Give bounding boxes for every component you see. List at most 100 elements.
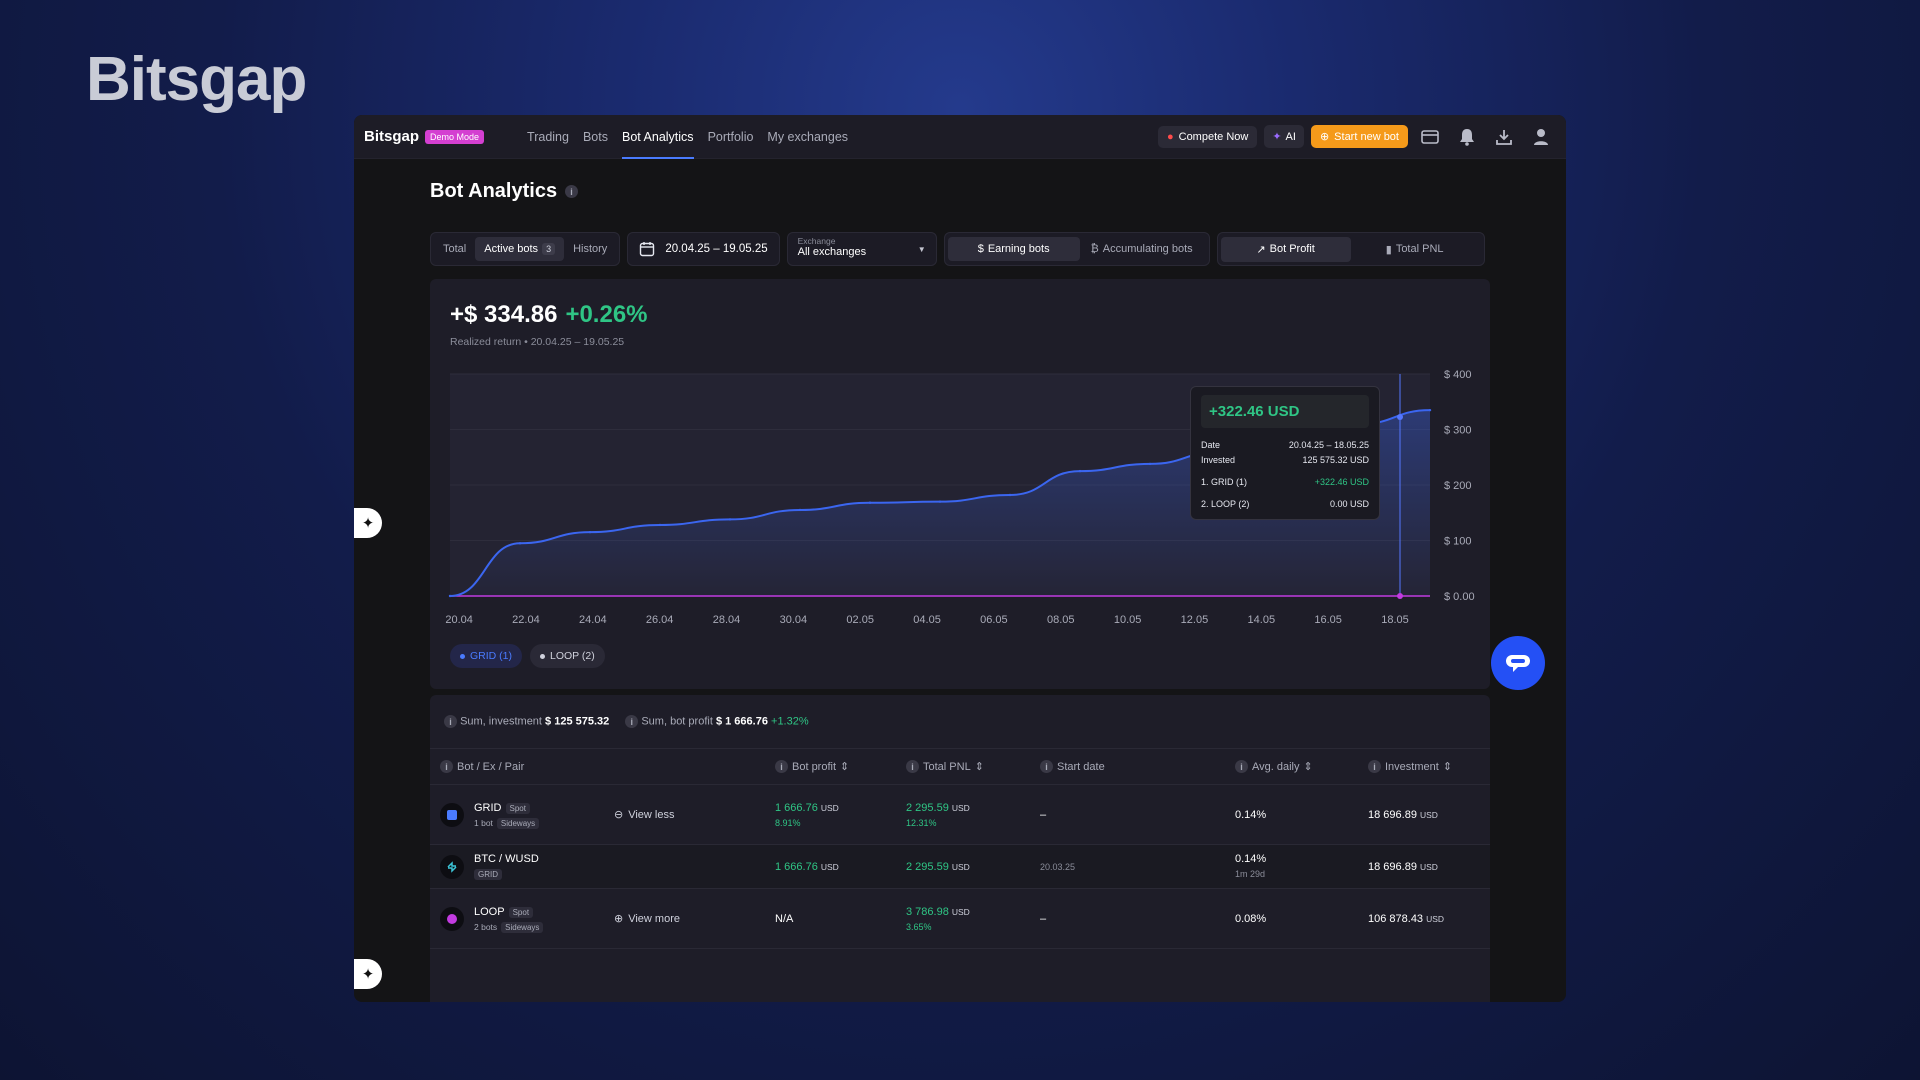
bot-name: LOOP Spot 2 bots Sideways <box>474 906 544 933</box>
legend-loop[interactable]: LOOP (2) <box>530 644 605 668</box>
exchange-value: All exchanges <box>797 246 867 258</box>
plus-circle-icon: ⊕ <box>1319 131 1330 143</box>
x-tick-label: 16.05 <box>1314 614 1342 626</box>
view-less-button[interactable]: ⊖ View less <box>614 808 674 822</box>
y-tick-label: $ 100 <box>1444 536 1472 548</box>
y-tick-label: $ 300 <box>1444 425 1472 437</box>
filters-bar: Total Active bots 3 History 20.04.25 – 1… <box>430 232 1490 266</box>
tooltip-row: Invested 125 575.32 USD <box>1201 455 1369 465</box>
download-icon[interactable] <box>1489 122 1519 152</box>
legend-grid[interactable]: GRID (1) <box>450 644 522 668</box>
view-more-button[interactable]: ⊕ View more <box>614 912 680 926</box>
info-icon[interactable]: i <box>444 715 457 728</box>
col-bot-profit[interactable]: i Bot profit ⇕ <box>775 760 849 773</box>
x-tick-label: 14.05 <box>1248 614 1276 626</box>
bot-profit-cell: N/A <box>775 913 794 925</box>
nav-trading[interactable]: Trading <box>520 115 576 159</box>
caret-down-icon: ▼ <box>917 245 926 254</box>
info-icon[interactable]: i <box>565 185 579 198</box>
compete-now-button[interactable]: ● Compete Now <box>1157 125 1258 148</box>
demo-mode-badge: Demo Mode <box>425 129 485 144</box>
table-row[interactable]: GRID Spot 1 bot Sideways ⊖ View less 1 666.… <box>430 785 1490 845</box>
x-tick-label: 24.04 <box>579 614 607 626</box>
tooltip-row: 1. GRID (1) +322.46 USD <box>1201 477 1369 487</box>
x-tick-label: 10.05 <box>1114 614 1142 626</box>
top-navbar: Bitsgap Demo Mode Trading Bots Bot Analy… <box>354 115 1566 159</box>
date-range-value: 20.04.25 – 19.05.25 <box>665 243 768 255</box>
chat-icon <box>1506 655 1530 672</box>
sum-investment: i Sum, investment $ 125 575.32 <box>444 715 609 728</box>
tab-total-pnl[interactable]: ▮ Total PNL <box>1351 237 1479 262</box>
bot-profit-cell: 1 666.76 USD 8.91% <box>775 802 839 828</box>
y-tick-label: $ 400 <box>1444 369 1472 381</box>
sparkle-icon: ✦ <box>361 966 375 983</box>
investment-cell: 106 878.43 USD <box>1368 913 1445 925</box>
nav-bot-analytics[interactable]: Bot Analytics <box>615 115 701 159</box>
minus-circle-icon: ⊖ <box>614 809 624 821</box>
data-point <box>1008 493 1012 497</box>
col-total-pnl[interactable]: i Total PNL ⇕ <box>906 760 984 773</box>
data-point <box>728 518 732 521</box>
user-icon[interactable] <box>1526 122 1556 152</box>
sparkle-icon: ✦ <box>1272 131 1282 143</box>
data-point <box>1078 469 1082 473</box>
crosshair-point-baseline <box>1397 593 1403 599</box>
nav-bots[interactable]: Bots <box>576 115 615 159</box>
loop-bot-icon <box>440 907 464 931</box>
date-range-picker[interactable]: 20.04.25 – 19.05.25 <box>627 232 780 266</box>
info-icon[interactable]: i <box>625 715 639 728</box>
tooltip-row: 2. LOOP (2) 0.00 USD <box>1201 499 1369 509</box>
nav-my-exchanges[interactable]: My exchanges <box>760 115 855 159</box>
exchange-select[interactable]: Exchange All exchanges ▼ <box>786 232 937 266</box>
bell-icon[interactable] <box>1452 122 1482 152</box>
brand-watermark: Bitsgap <box>86 45 307 114</box>
tab-bot-profit[interactable]: ↗ Bot Profit <box>1220 236 1351 262</box>
crosshair-point <box>1397 414 1403 421</box>
table-row[interactable]: BTC / WUSD GRID 1 666.76 USD 2 295.59 USD … <box>430 845 1490 889</box>
tab-accumulating-bots[interactable]: ₿ Accumulating bots <box>1080 237 1204 261</box>
plus-circle-icon: ⊕ <box>614 913 624 925</box>
col-investment[interactable]: i Investment ⇕ <box>1368 760 1452 773</box>
x-tick-label: 30.04 <box>780 614 808 626</box>
profit-chart-card: +$ 334.86 +0.26% Realized return • 20.04.… <box>430 279 1490 689</box>
grid-bot-icon <box>440 803 464 827</box>
bitcoin-icon: ₿ <box>1090 243 1099 255</box>
tab-active-bots[interactable]: Active bots 3 <box>475 237 565 261</box>
page-title: Bot Analytics i <box>430 180 579 203</box>
table-row[interactable]: LOOP Spot 2 bots Sideways ⊕ View more N/A 3… <box>430 889 1490 949</box>
support-chat-button[interactable] <box>1491 636 1545 690</box>
col-avg-daily[interactable]: i Avg. daily ⇕ <box>1235 760 1313 773</box>
data-point <box>938 500 942 503</box>
btc-pair-icon <box>440 855 464 879</box>
investment-cell: 18 696.89 USD <box>1368 861 1438 873</box>
data-point <box>1148 462 1152 466</box>
bots-table-card: i Sum, investment $ 125 575.32 i Sum, bo… <box>430 695 1490 1002</box>
x-tick-label: 04.05 <box>913 614 941 626</box>
sort-icon: ⇕ <box>1442 761 1453 773</box>
x-tick-label: 20.04 <box>445 614 473 626</box>
logo[interactable]: Bitsgap <box>364 128 419 145</box>
app-window: Bitsgap Demo Mode Trading Bots Bot Analy… <box>354 115 1566 1002</box>
tooltip-row: Date 20.04.25 – 18.05.25 <box>1201 440 1369 450</box>
data-point <box>798 508 802 512</box>
table-header: i Bot / Ex / Pair i Bot profit ⇕ i Total PNL… <box>430 749 1490 785</box>
data-point <box>658 523 662 527</box>
sort-icon: ⇕ <box>840 761 850 773</box>
start-new-bot-button[interactable]: ⊕ Start new bot <box>1310 125 1408 148</box>
tab-total[interactable]: Total <box>434 237 475 261</box>
tab-history[interactable]: History <box>564 237 616 261</box>
ai-button[interactable]: ✦ AI <box>1264 125 1304 148</box>
x-tick-label: 26.04 <box>646 614 674 626</box>
tooltip-value: +322.46 USD <box>1201 395 1369 428</box>
tab-earning-bots[interactable]: $ Earning bots <box>947 237 1080 261</box>
wallet-icon[interactable] <box>1415 122 1445 152</box>
nav-portfolio[interactable]: Portfolio <box>701 115 761 159</box>
start-date-cell: – <box>1040 809 1047 821</box>
start-date-cell: – <box>1040 913 1047 925</box>
sum-bot-profit: i Sum, bot profit $ 1 666.76 +1.32% <box>625 715 809 728</box>
calendar-icon <box>640 242 655 257</box>
bot-profit-cell: 1 666.76 USD <box>775 861 839 873</box>
view-tabs: ↗ Bot Profit ▮ Total PNL <box>1216 232 1485 266</box>
x-tick-label: 22.04 <box>512 614 540 626</box>
avg-daily-cell: 0.08% <box>1235 913 1267 925</box>
